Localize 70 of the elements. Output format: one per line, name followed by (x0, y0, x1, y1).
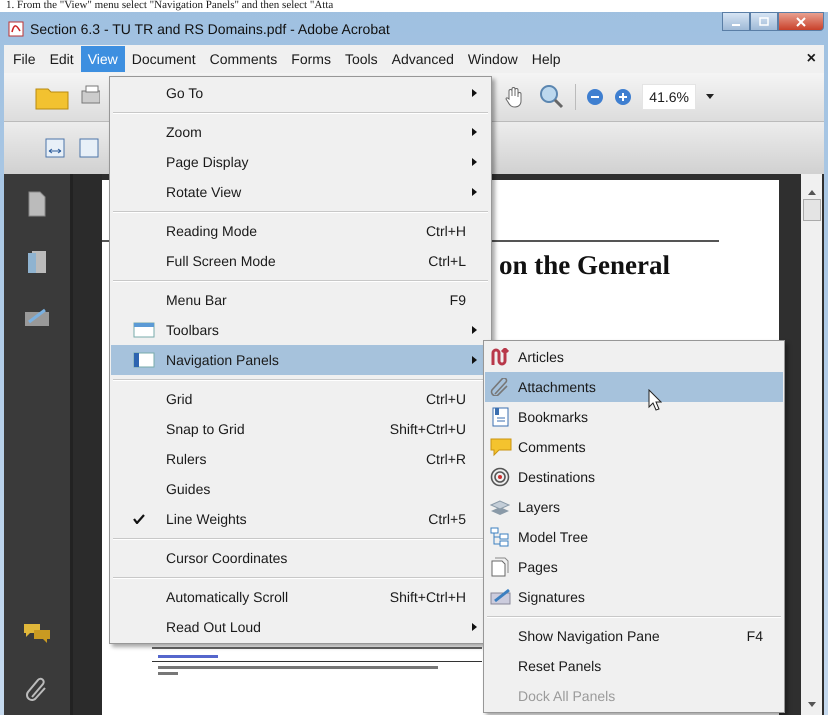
menu-item[interactable]: Go To (111, 78, 490, 108)
paperclip-icon (490, 378, 510, 396)
menu-bar-item[interactable]: Help (524, 46, 568, 72)
scroll-up-icon[interactable] (808, 190, 816, 195)
fit-page-icon[interactable] (78, 137, 100, 159)
zoom-icon[interactable] (537, 83, 566, 111)
submenu-arrow-icon (472, 188, 477, 196)
maximize-button[interactable] (750, 12, 778, 31)
menu-bar-item[interactable]: Tools (338, 46, 385, 72)
bookmark-icon[interactable] (25, 248, 49, 276)
menu-item[interactable]: Zoom (111, 117, 490, 147)
submenu-arrow-icon (472, 623, 477, 631)
document-heading: on the General (499, 250, 670, 281)
menu-item[interactable]: Layers (485, 492, 783, 522)
menu-item[interactable]: Reset Panels (485, 651, 783, 681)
menu-item[interactable]: Attachments (485, 372, 783, 402)
signature-icon (490, 588, 512, 606)
articles-icon (490, 348, 510, 366)
close-icon (796, 16, 806, 26)
submenu-arrow-icon (472, 158, 477, 166)
zoom-field[interactable]: 41.6% (642, 84, 696, 110)
minimize-icon (732, 24, 740, 26)
close-button[interactable] (778, 12, 824, 31)
checkmark-icon (133, 514, 145, 524)
instruction-text: 1. From the "View" menu select "Navigation Panels" and then select "Atta (5, 0, 334, 12)
menu-item[interactable]: Pages (485, 552, 783, 582)
submenu-arrow-icon (472, 89, 477, 97)
layers-icon (490, 498, 510, 516)
window-title: Section 6.3 - TU TR and RS Domains.pdf - Adobe Acrobat (30, 20, 390, 36)
menu-item[interactable]: Model Tree (485, 522, 783, 552)
target-icon (490, 467, 510, 487)
menu-bar-item[interactable]: Window (460, 46, 525, 72)
menu-item[interactable]: Comments (485, 432, 783, 462)
menu-bar-item[interactable]: Edit (42, 46, 81, 72)
submenu-arrow-icon (472, 326, 477, 334)
pdf-app-icon (8, 20, 24, 36)
menu-bar-item[interactable]: Forms (284, 46, 338, 72)
menu-bar-item[interactable]: Comments (202, 46, 284, 72)
menu-item[interactable]: Bookmarks (485, 402, 783, 432)
scroll-thumb[interactable] (802, 199, 820, 221)
submenu-arrow-icon (472, 128, 477, 136)
panel-window-icon (133, 351, 155, 369)
toolbar-window-icon (133, 321, 155, 339)
speech-bubble-icon (490, 437, 512, 457)
menu-item[interactable]: Page Display (111, 147, 490, 177)
menu-item[interactable]: Toolbars (111, 315, 490, 345)
scrollbar[interactable] (801, 174, 822, 715)
menu-bar-item[interactable]: File (6, 46, 43, 72)
pages-icon (490, 557, 510, 577)
zoom-out-icon[interactable] (586, 88, 604, 106)
mouse-pointer-icon (648, 389, 662, 411)
tree-icon (490, 527, 510, 547)
close-document-button[interactable]: × (806, 50, 816, 68)
menu-bar-item[interactable]: Advanced (384, 46, 461, 72)
submenu-arrow-icon (472, 356, 477, 364)
zoom-in-icon[interactable] (614, 88, 632, 106)
menu-item[interactable]: Reading Mode Ctrl+H (111, 216, 490, 246)
minimize-button[interactable] (722, 12, 750, 31)
menu-bar-item[interactable]: Document (124, 46, 203, 72)
caret-icon[interactable] (706, 94, 714, 100)
bookmark-icon (490, 407, 510, 427)
menu-item[interactable]: Rotate View (111, 177, 490, 207)
fit-width-icon[interactable] (44, 137, 66, 159)
menu-item[interactable]: Destinations (485, 462, 783, 492)
menu-item[interactable]: Signatures (485, 582, 783, 612)
menu-item[interactable]: Menu Bar F9 (111, 285, 490, 315)
menu-item[interactable]: Full Screen Mode Ctrl+L (111, 246, 490, 276)
menu-item[interactable]: Show Navigation Pane F4 (485, 621, 783, 651)
maximize-icon (759, 16, 769, 26)
scroll-down-icon[interactable] (808, 702, 816, 707)
